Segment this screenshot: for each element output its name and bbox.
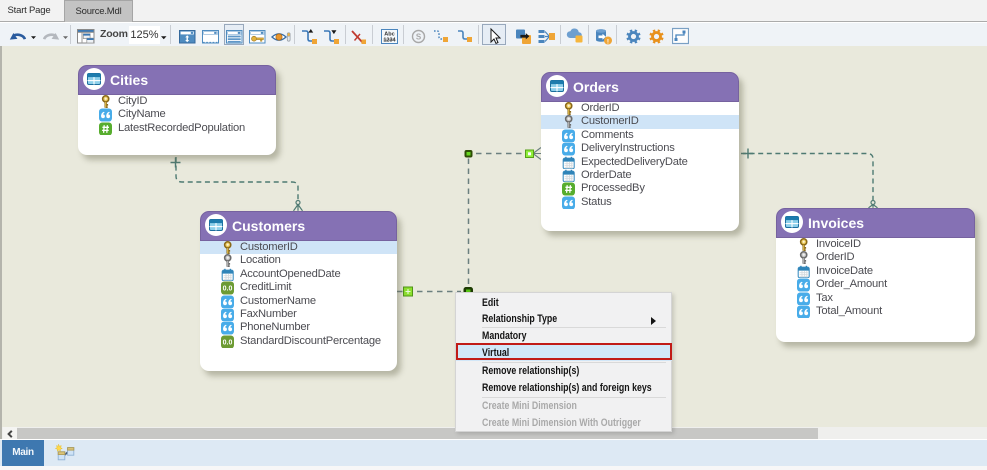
svg-text:1234: 1234 [383, 38, 396, 44]
svg-text:S: S [416, 33, 422, 42]
svg-text:!: ! [607, 38, 609, 45]
